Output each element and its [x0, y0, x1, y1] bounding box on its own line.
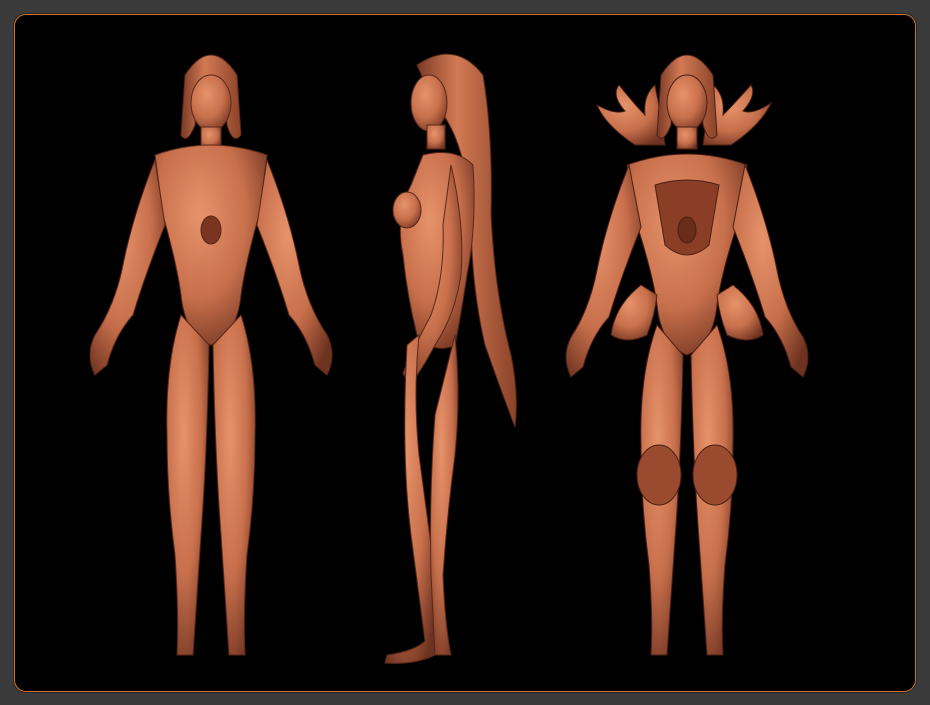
side-leg: [384, 333, 438, 664]
armored-right-arm: [732, 163, 809, 378]
left-leg: [166, 314, 210, 656]
side-chest: [392, 191, 422, 229]
left-shoulder-spikes: [596, 84, 666, 146]
armored-head: [666, 74, 708, 132]
side-head: [410, 74, 448, 132]
torso: [154, 144, 268, 346]
armored-chest-ornament: [677, 216, 697, 244]
left-hip-armor: [610, 284, 658, 341]
right-leg: [212, 314, 256, 656]
right-arm: [256, 158, 333, 376]
right-hip-armor: [716, 284, 764, 341]
viewport-frame: [14, 14, 916, 692]
chest-ornament: [200, 215, 222, 245]
front-view-figure: [89, 54, 333, 656]
sculpt-render: [89, 53, 809, 664]
right-knee-armor: [692, 444, 738, 506]
armored-left-arm: [565, 163, 642, 378]
head: [190, 74, 232, 132]
armored-figure: [565, 54, 809, 656]
left-knee-armor: [636, 444, 682, 506]
side-leg-back: [430, 334, 459, 656]
side-neck: [426, 124, 446, 150]
left-arm: [89, 158, 166, 376]
armored-neck: [676, 126, 698, 150]
side-view-figure: [384, 53, 517, 664]
